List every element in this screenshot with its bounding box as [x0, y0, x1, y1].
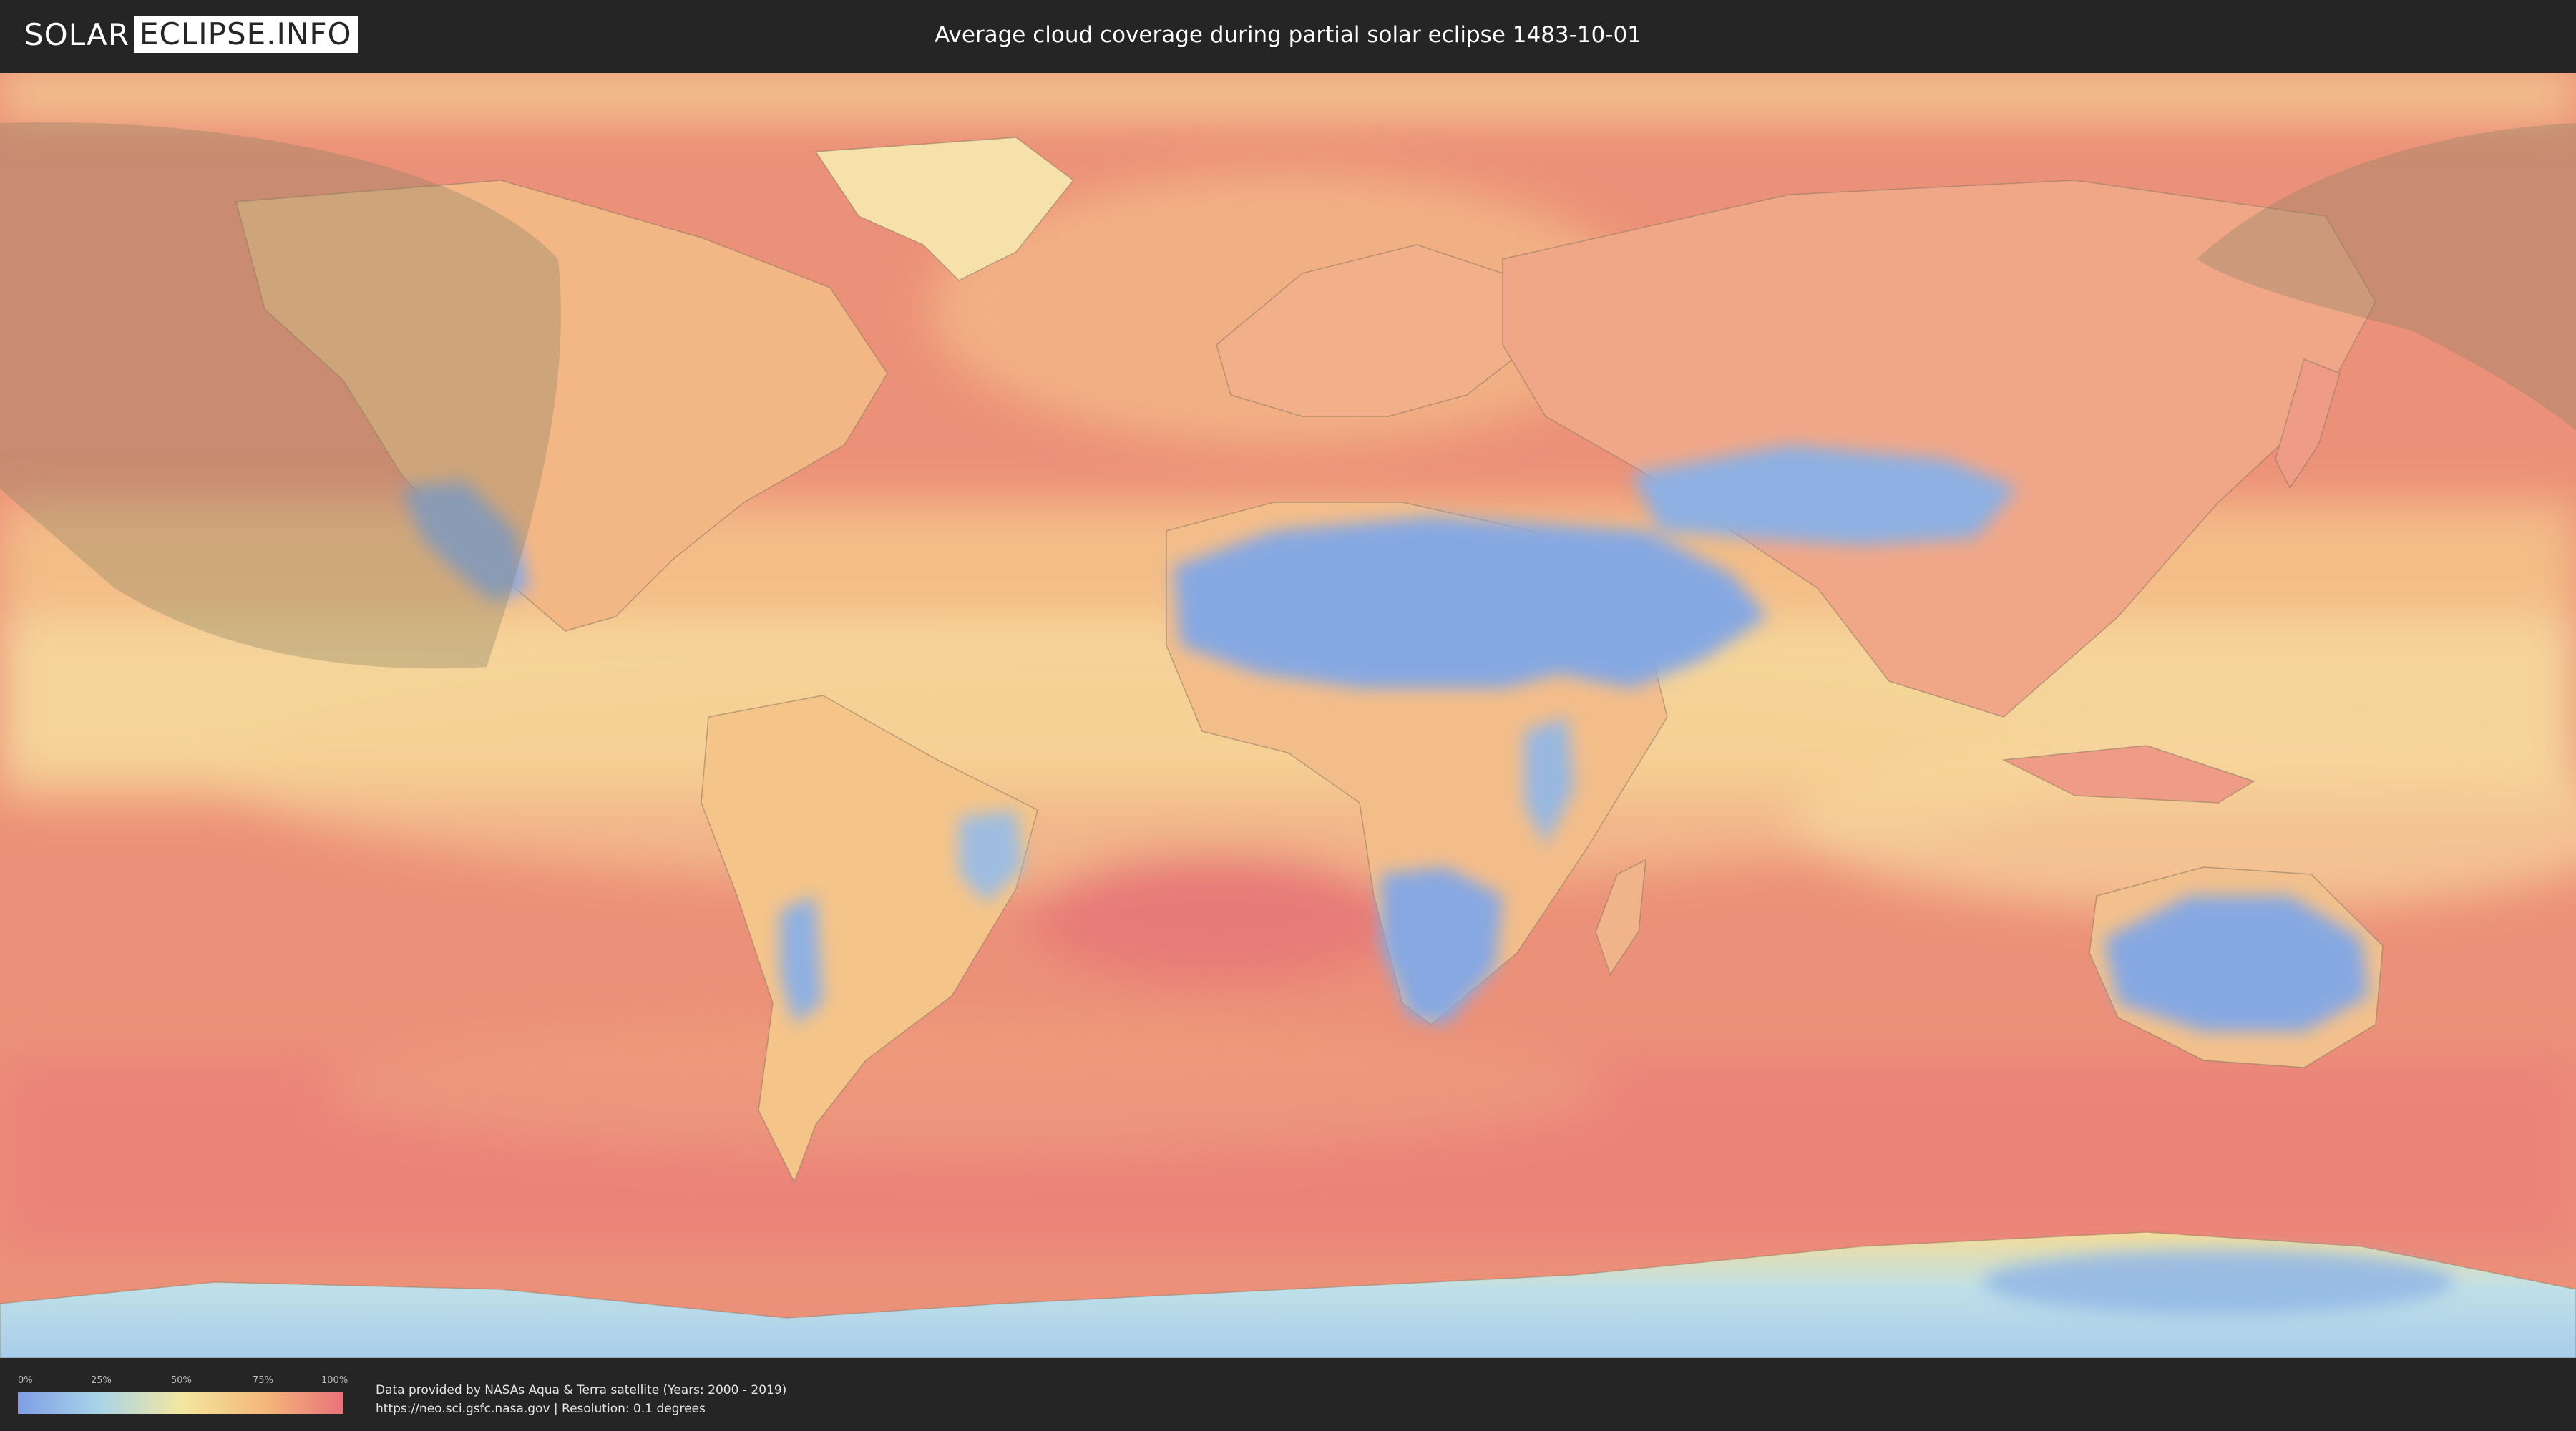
data-credits: Data provided by NASAs Aqua & Terra sate…: [376, 1381, 786, 1418]
page-title: Average cloud coverage during partial so…: [935, 22, 1641, 48]
legend-tick-75: 75%: [253, 1375, 273, 1386]
legend-tick-50: 50%: [171, 1375, 192, 1386]
legend-tick-0: 0%: [18, 1375, 33, 1386]
legend-tick-25: 25%: [91, 1375, 112, 1386]
credits-line-url: https://neo.sci.gsfc.nasa.gov | Resoluti…: [376, 1402, 706, 1416]
legend-ticks: 0% 25% 50% 75% 100%: [18, 1375, 348, 1390]
header-bar: SOLAR ECLIPSE.INFO Average cloud coverag…: [0, 0, 2576, 72]
footer-bar: 0% 25% 50% 75% 100% Data provided by NAS…: [0, 1358, 2576, 1431]
antarctic-clear-zone: [1982, 1250, 2454, 1314]
credits-line-source: Data provided by NASAs Aqua & Terra sate…: [376, 1383, 787, 1397]
legend-tick-100: 100%: [321, 1375, 348, 1386]
legend-color-scale: [18, 1392, 343, 1414]
cloud-coverage-legend: 0% 25% 50% 75% 100%: [18, 1375, 348, 1414]
cloud-coverage-map[interactable]: [0, 73, 2576, 1358]
